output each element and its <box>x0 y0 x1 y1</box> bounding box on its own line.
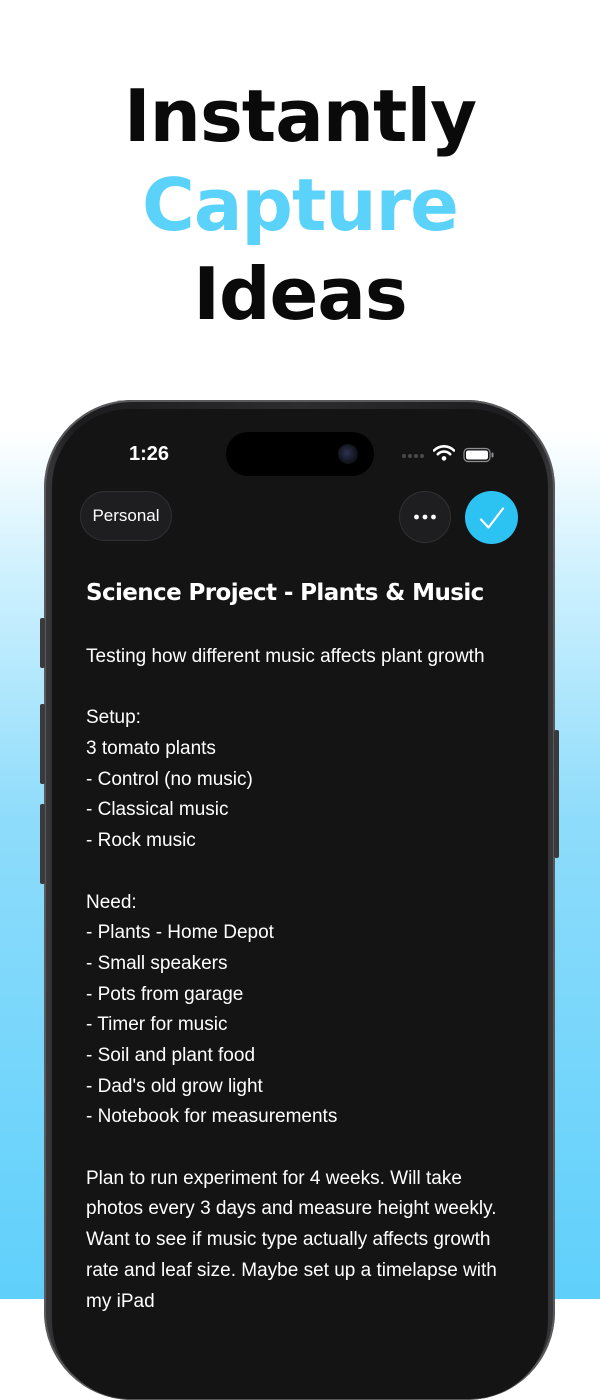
dynamic-island <box>226 432 374 476</box>
note-line: - Notebook for measurements <box>86 1106 338 1128</box>
phone-volume-up-button <box>40 704 45 784</box>
camera-icon <box>338 444 358 464</box>
phone-action-button <box>40 618 45 668</box>
note-line: Testing how different music affects plan… <box>86 646 485 667</box>
note-line: - Control (no music) <box>86 768 253 790</box>
headline-line-3: Ideas <box>193 252 408 336</box>
note-line: - Classical music <box>86 799 229 821</box>
more-button[interactable] <box>399 491 451 543</box>
checkmark-icon <box>479 506 504 529</box>
note-line: - Small speakers <box>86 952 228 974</box>
battery-icon <box>463 447 494 463</box>
note-line: - Dad's old grow light <box>86 1075 263 1097</box>
status-time: 1:26 <box>129 443 170 465</box>
phone-volume-down-button <box>40 804 45 884</box>
note-line <box>86 673 522 704</box>
note-line: - Rock music <box>86 830 196 852</box>
note-line <box>86 1133 522 1164</box>
note-line: 3 tomato plants <box>86 738 216 760</box>
ellipsis-icon <box>414 514 436 520</box>
note-line <box>86 857 522 888</box>
note-body[interactable]: Testing how different music affects plan… <box>86 642 522 1317</box>
note-line: Setup: <box>86 707 141 729</box>
note-line: - Plants - Home Depot <box>86 922 274 944</box>
folder-chip[interactable]: Personal <box>80 491 172 541</box>
done-button[interactable] <box>465 491 518 544</box>
headline: Instantly Capture Ideas <box>0 72 600 339</box>
note-line: Need: <box>86 891 137 913</box>
note-paragraph: Plan to run experiment for 4 weeks. Will… <box>86 1167 497 1312</box>
headline-line-2: Capture <box>142 163 459 247</box>
wifi-icon <box>433 445 455 461</box>
note-title[interactable]: Science Project - Plants & Music <box>86 577 526 609</box>
note-line: - Timer for music <box>86 1014 228 1036</box>
phone-screen: 1:26 Personal Science Project - Plants &… <box>52 409 548 1399</box>
phone-power-button <box>554 730 559 858</box>
headline-line-1: Instantly <box>123 74 477 158</box>
note-line: - Pots from garage <box>86 983 244 1005</box>
note-line: - Soil and plant food <box>86 1044 256 1066</box>
signal-dots-icon <box>402 454 424 458</box>
folder-chip-label: Personal <box>92 506 160 525</box>
